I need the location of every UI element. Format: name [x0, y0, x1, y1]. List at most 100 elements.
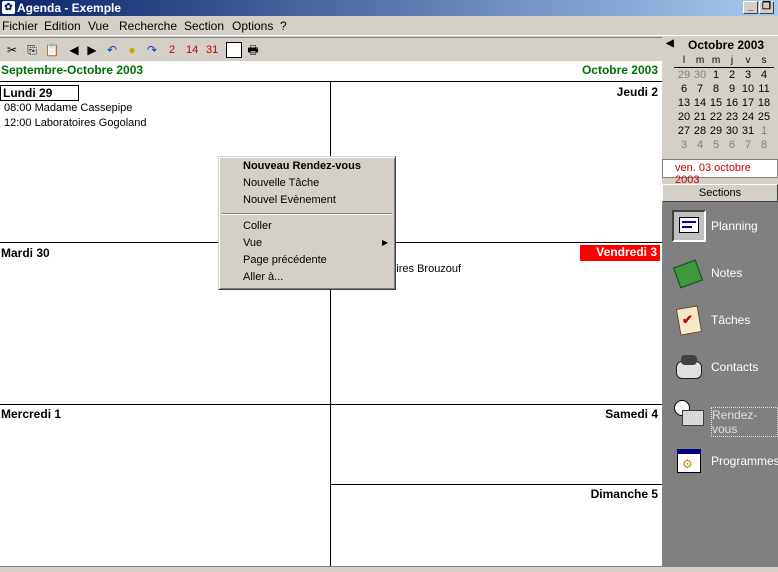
event-item[interactable]: 08:00 Madame Cassepipe	[4, 102, 132, 114]
calendar-day[interactable]: 7	[693, 83, 707, 95]
menu-item-new-task[interactable]: Nouvelle Tâche	[243, 177, 319, 189]
menu-edition[interactable]: Edition	[44, 19, 81, 33]
copy-icon[interactable]: ⎘	[24, 42, 40, 58]
menu-item-go-to[interactable]: Aller à...	[243, 271, 283, 283]
weekday-label: m	[711, 55, 721, 66]
calendar-view-icon[interactable]	[226, 42, 242, 58]
paste-icon[interactable]: 📋	[44, 42, 60, 58]
view-day-button[interactable]: 2	[169, 42, 175, 58]
minimize-button[interactable]: _	[743, 1, 758, 14]
day-row-divider	[0, 81, 662, 82]
calendar-day[interactable]: 7	[741, 139, 755, 151]
menu-recherche[interactable]: Recherche	[119, 19, 177, 33]
period-label-left: Septembre-Octobre 2003	[1, 63, 144, 77]
menu-separator	[222, 213, 392, 215]
weekday-label: l	[682, 55, 686, 66]
section-label: Programmes	[711, 454, 778, 468]
menu-options[interactable]: Options	[232, 19, 273, 33]
calendar-day[interactable]: 20	[677, 111, 691, 123]
menu-item-previous-page[interactable]: Page précédente	[243, 254, 327, 266]
day-header-samedi[interactable]: Samedi 4	[605, 407, 658, 421]
calendar-day[interactable]: 23	[725, 111, 739, 123]
calendar-day[interactable]: 29	[709, 125, 723, 137]
section-planning[interactable]: Planning	[670, 208, 778, 246]
calendar-day[interactable]: 27	[677, 125, 691, 137]
redo-icon[interactable]: ↷	[144, 42, 160, 58]
calendar-day[interactable]: 8	[709, 83, 723, 95]
calendar-day[interactable]: 15	[709, 97, 723, 109]
day-header-mardi[interactable]: Mardi 30	[1, 246, 50, 260]
calendar-day[interactable]: 3	[741, 69, 755, 81]
calendar-day[interactable]: 3	[677, 139, 691, 151]
day-row-divider	[331, 484, 662, 485]
calendar-day[interactable]: 18	[757, 97, 771, 109]
section-rendez-vous[interactable]: Rendez-vous	[670, 396, 778, 437]
calendar-day[interactable]: 13	[677, 97, 691, 109]
notes-icon	[672, 257, 706, 289]
print-icon[interactable]: 🖶	[245, 42, 261, 58]
day-header-jeudi[interactable]: Jeudi 2	[617, 85, 658, 99]
calendar-day[interactable]: 29	[677, 69, 691, 81]
event-item[interactable]: 12:00 Laboratoires Gogoland	[4, 117, 147, 129]
calendar-day[interactable]: 6	[677, 83, 691, 95]
view-month-button[interactable]: 31	[206, 42, 218, 58]
calendar-prev-icon[interactable]: ◀	[666, 38, 674, 49]
calendar-day[interactable]: 11	[757, 83, 771, 95]
menu-item-new-appointment[interactable]: Nouveau Rendez-vous	[243, 160, 361, 172]
calendar-day[interactable]: 4	[757, 69, 771, 81]
calendar-day[interactable]: 28	[693, 125, 707, 137]
restore-button[interactable]: ❐	[759, 1, 774, 14]
calendar-day[interactable]: 30	[725, 125, 739, 137]
menu-fichier[interactable]: Fichier	[2, 19, 38, 33]
calendar-day[interactable]: 17	[741, 97, 755, 109]
calendar-day[interactable]: 1	[757, 125, 771, 137]
menu-help[interactable]: ?	[280, 19, 287, 33]
calendar-day[interactable]: 14	[693, 97, 707, 109]
section-notes[interactable]: Notes	[670, 255, 778, 293]
menu-section[interactable]: Section	[184, 19, 224, 33]
calendar-day[interactable]: 8	[757, 139, 771, 151]
section-label: Contacts	[711, 360, 759, 374]
calendar-day[interactable]: 31	[741, 125, 755, 137]
day-header-vendredi[interactable]: Vendredi 3	[580, 245, 660, 261]
calendar-day[interactable]: 21	[693, 111, 707, 123]
calendar-day[interactable]: 4	[693, 139, 707, 151]
calendar-day[interactable]: 16	[725, 97, 739, 109]
appointments-icon	[672, 398, 706, 430]
day-row-divider	[0, 404, 662, 405]
next-arrow-icon[interactable]: ▶	[84, 42, 100, 58]
calendar-day[interactable]: 30	[693, 69, 707, 81]
calendar-day[interactable]: 2	[725, 69, 739, 81]
section-contacts[interactable]: Contacts	[670, 349, 778, 387]
prev-arrow-icon[interactable]: ◀	[66, 42, 82, 58]
calendar-day[interactable]: 1	[709, 69, 723, 81]
undo-icon[interactable]: ↶	[104, 42, 120, 58]
calendar-day[interactable]: 22	[709, 111, 723, 123]
menu-item-new-event[interactable]: Nouvel Evènement	[243, 194, 336, 206]
day-column-divider	[330, 81, 331, 566]
period-label-right: Octobre 2003	[581, 63, 658, 77]
day-cell-lundi[interactable]: Lundi 29	[0, 85, 79, 101]
mini-calendar-month: Octobre 2003	[688, 38, 765, 52]
section-label: Rendez-vous	[711, 407, 778, 437]
calendar-day[interactable]: 25	[757, 111, 771, 123]
day-header-mercredi[interactable]: Mercredi 1	[1, 407, 61, 421]
calendar-day[interactable]: 6	[725, 139, 739, 151]
section-taches[interactable]: ✔ Tâches	[670, 302, 778, 340]
menu-vue[interactable]: Vue	[88, 19, 109, 33]
calendar-divider	[674, 67, 774, 68]
view-week-button[interactable]: 14	[186, 42, 198, 58]
cut-icon[interactable]: ✂	[4, 42, 20, 58]
day-header-dimanche[interactable]: Dimanche 5	[591, 487, 658, 501]
calendar-day[interactable]: 10	[741, 83, 755, 95]
menu-item-view[interactable]: Vue	[243, 237, 262, 249]
selected-date-field[interactable]: ven. 03 octobre 2003	[662, 159, 778, 186]
calendar-day[interactable]: 5	[709, 139, 723, 151]
calendar-day[interactable]: 9	[725, 83, 739, 95]
section-programmes[interactable]: ⚙ Programmes	[670, 443, 778, 481]
search-icon[interactable]: ●	[124, 42, 140, 58]
day-header-lundi: Lundi 29	[3, 86, 53, 100]
calendar-day[interactable]: 24	[741, 111, 755, 123]
menu-item-paste[interactable]: Coller	[243, 220, 272, 232]
agenda-week-view: Septembre-Octobre 2003 Octobre 2003 Lund…	[0, 61, 662, 566]
